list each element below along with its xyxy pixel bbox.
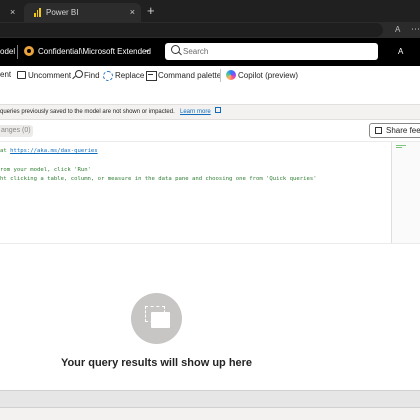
copilot-button[interactable]: Copilot (preview)	[226, 70, 298, 80]
ribbon-toolbar: ent Uncomment Find Replace Command palet…	[0, 66, 420, 84]
ribbon-label: Replace	[115, 70, 145, 80]
uncomment-icon	[16, 70, 26, 80]
model-name[interactable]: odel	[0, 47, 15, 56]
query-tabs-row: anges (0) Share feedback	[0, 122, 420, 140]
minimap-line	[396, 147, 402, 148]
comment-button[interactable]: ent	[0, 70, 11, 79]
new-tab-icon[interactable]: +	[147, 4, 155, 17]
status-bar	[0, 407, 420, 420]
close-tab-icon[interactable]: ×	[130, 7, 135, 17]
window-icon	[151, 312, 170, 328]
browser-tab-previous[interactable]: ×	[0, 3, 22, 22]
sensitivity-label-icon	[24, 46, 34, 56]
ribbon-label: ent	[0, 70, 12, 79]
ribbon-label: Find	[84, 70, 100, 80]
account-initial[interactable]: A	[398, 47, 403, 56]
empty-results-title: Your query results will show up here	[60, 357, 253, 369]
url-field[interactable]	[0, 23, 383, 37]
uncomment-button[interactable]: Uncomment	[16, 70, 71, 80]
browser-tab-power-bi[interactable]: Power BI ×	[24, 3, 141, 22]
replace-icon	[103, 70, 113, 81]
browser-tab-label: Power BI	[46, 8, 79, 17]
ribbon-label: Uncomment	[28, 70, 72, 80]
find-button[interactable]: Find	[72, 70, 100, 80]
chevron-down-icon[interactable]: ⌄	[144, 45, 151, 54]
share-feedback-label: Share feedback	[386, 126, 420, 135]
info-banner-text: queries previously saved to the model ar…	[0, 109, 175, 115]
dax-queries-link[interactable]: https://aka.ms/dax-queries	[10, 148, 98, 154]
browser-address-bar: A ⋯	[0, 22, 420, 38]
search-box[interactable]: Search	[165, 43, 378, 60]
editor-line: ht clicking a table, column, or measure …	[0, 176, 317, 182]
learn-more-link[interactable]: Learn more	[180, 109, 211, 115]
copilot-icon	[226, 70, 236, 80]
editor-minimap[interactable]	[391, 142, 420, 243]
sensitivity-label[interactable]: Confidential\Microsoft Extended	[38, 47, 151, 56]
find-icon	[72, 70, 83, 80]
ribbon-label: Copilot (preview)	[238, 70, 299, 80]
app-header: odel Confidential\Microsoft Extended ⌄ S…	[0, 38, 420, 66]
dax-query-editor[interactable]: at https://aka.ms/dax-queries rom your m…	[0, 141, 420, 243]
header-divider	[17, 45, 18, 59]
feedback-icon	[375, 127, 382, 134]
share-feedback-button[interactable]: Share feedback	[369, 123, 420, 138]
info-banner: queries previously saved to the model ar…	[0, 104, 420, 120]
replace-button[interactable]: Replace	[103, 70, 145, 81]
command-palette-icon	[146, 70, 157, 81]
results-pane: Your query results will show up here	[0, 243, 420, 390]
browser-tab-bar: × Power BI × +	[0, 0, 420, 22]
more-icon[interactable]: ⋯	[411, 24, 420, 35]
pending-changes-button[interactable]: anges (0)	[0, 125, 33, 137]
read-aloud-icon[interactable]: A	[395, 25, 400, 34]
close-tab-icon[interactable]: ×	[10, 7, 15, 17]
editor-line: rom your model, click 'Run'	[0, 167, 91, 173]
editor-line: at https://aka.ms/dax-queries	[0, 148, 98, 154]
ribbon-label: Command palette	[158, 70, 222, 80]
command-palette-button[interactable]: Command palette	[146, 70, 222, 81]
external-link-icon[interactable]	[215, 107, 221, 113]
query-results-icon	[131, 293, 182, 344]
power-bi-logo-icon	[34, 8, 42, 17]
app-window: × Power BI × + A ⋯ odel Confidential\Mic…	[0, 0, 420, 420]
search-input[interactable]: Search	[183, 47, 208, 56]
query-tabs-footer	[0, 390, 420, 407]
ribbon-divider	[220, 69, 221, 82]
search-icon	[171, 45, 180, 54]
minimap-line	[396, 145, 406, 146]
